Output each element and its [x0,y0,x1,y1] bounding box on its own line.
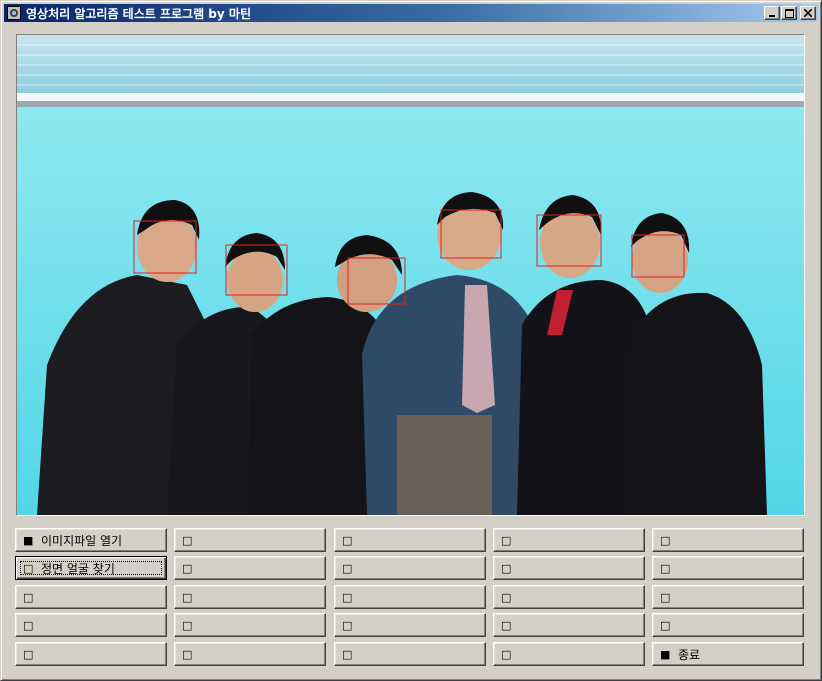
empty-square-icon: □ [660,561,671,575]
empty-square-icon: □ [660,533,671,547]
button-label: 종료 [678,647,701,662]
empty-square-icon: □ [660,590,671,604]
empty-square-icon: □ [23,647,34,661]
unlabeled-button[interactable]: □ [493,642,645,666]
unlabeled-button[interactable]: □ [334,642,486,666]
maximize-icon [784,8,794,18]
button-label: 정면 얼굴 찾기 [41,561,115,576]
app-icon[interactable] [6,5,22,21]
exit-button[interactable]: ■ 종료 [652,642,804,666]
unlabeled-button[interactable]: □ [334,556,486,580]
unlabeled-button[interactable]: □ [334,613,486,637]
photo-canvas [17,35,804,515]
empty-square-icon: □ [182,618,193,632]
empty-square-icon: □ [501,590,512,604]
empty-square-icon: □ [23,561,34,575]
unlabeled-button[interactable]: □ [334,528,486,552]
empty-square-icon: □ [342,533,353,547]
window-title: 영상처리 알고리즘 테스트 프로그램 by 마틴 [26,6,251,21]
empty-square-icon: □ [501,561,512,575]
button-label: 이미지파일 열기 [41,533,123,548]
unlabeled-button[interactable]: □ [493,556,645,580]
unlabeled-button[interactable]: □ [174,642,326,666]
empty-square-icon: □ [23,618,34,632]
unlabeled-button[interactable]: □ [15,613,167,637]
empty-square-icon: □ [342,618,353,632]
unlabeled-button[interactable]: □ [652,585,804,609]
window-controls [763,6,816,20]
unlabeled-button[interactable]: □ [652,556,804,580]
unlabeled-button[interactable]: □ [174,528,326,552]
empty-square-icon: □ [501,618,512,632]
empty-square-icon: □ [342,647,353,661]
unlabeled-button[interactable]: □ [493,585,645,609]
unlabeled-button[interactable]: □ [174,613,326,637]
unlabeled-button[interactable]: □ [493,528,645,552]
open-image-button[interactable]: ■ 이미지파일 열기 [15,528,167,552]
minimize-icon [769,15,775,17]
empty-square-icon: □ [182,533,193,547]
unlabeled-button[interactable]: □ [652,528,804,552]
image-display[interactable] [16,34,805,516]
unlabeled-button[interactable]: □ [493,613,645,637]
empty-square-icon: □ [182,590,193,604]
unlabeled-button[interactable]: □ [174,585,326,609]
empty-square-icon: □ [182,647,193,661]
filled-square-icon: ■ [660,647,671,661]
empty-square-icon: □ [501,647,512,661]
close-icon [804,9,812,17]
maximize-button[interactable] [781,6,797,20]
main-window: 영상처리 알고리즘 테스트 프로그램 by 마틴 ■ 이미지파일 열기 □ 정면… [0,0,822,681]
filled-square-icon: ■ [23,533,34,547]
empty-square-icon: □ [182,561,193,575]
unlabeled-button[interactable]: □ [15,585,167,609]
find-frontal-face-button[interactable]: □ 정면 얼굴 찾기 [15,556,167,580]
minimize-button[interactable] [764,6,780,20]
close-button[interactable] [800,6,816,20]
empty-square-icon: □ [501,533,512,547]
title-bar[interactable]: 영상처리 알고리즘 테스트 프로그램 by 마틴 [4,4,818,22]
unlabeled-button[interactable]: □ [15,642,167,666]
unlabeled-button[interactable]: □ [652,613,804,637]
empty-square-icon: □ [342,590,353,604]
empty-square-icon: □ [23,590,34,604]
empty-square-icon: □ [342,561,353,575]
unlabeled-button[interactable]: □ [334,585,486,609]
unlabeled-button[interactable]: □ [174,556,326,580]
empty-square-icon: □ [660,618,671,632]
